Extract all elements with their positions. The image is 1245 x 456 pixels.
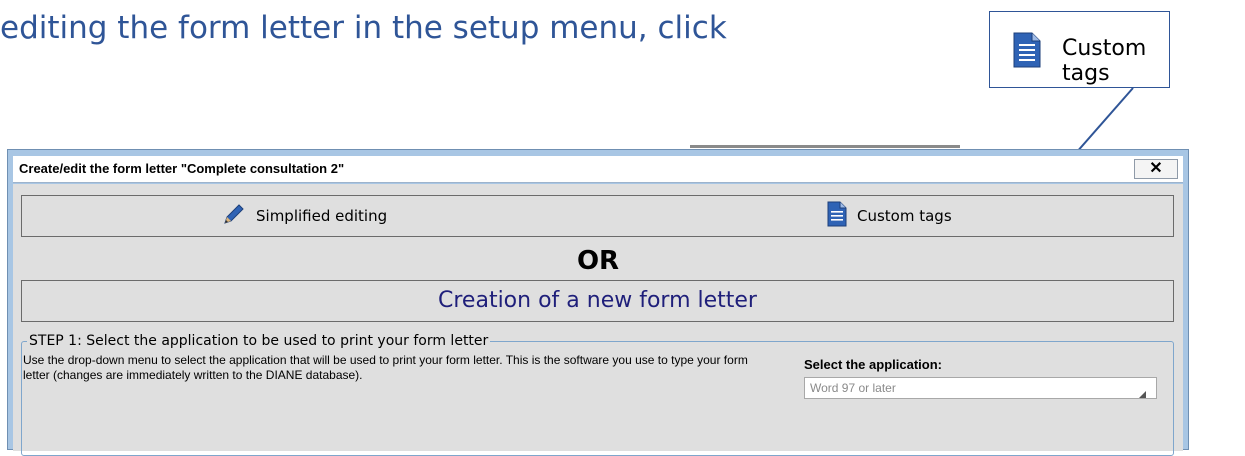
dropdown-caret-icon xyxy=(1139,385,1146,403)
close-icon: ✕ xyxy=(1149,160,1163,177)
pencil-icon xyxy=(222,202,246,231)
step1-legend: STEP 1: Select the application to be use… xyxy=(27,333,491,349)
new-form-letter-button[interactable]: Creation of a new form letter xyxy=(21,280,1174,322)
edit-options-bar: Simplified editing Custom tags xyxy=(21,195,1174,237)
application-select-label: Select the application: xyxy=(804,357,942,372)
document-icon xyxy=(827,201,847,232)
application-select-value: Word 97 or later xyxy=(810,381,896,395)
document-icon xyxy=(1013,32,1041,73)
simplified-editing-label: Simplified editing xyxy=(256,207,388,225)
custom-tags-callout: Custom tags xyxy=(989,11,1170,88)
custom-tags-button[interactable]: Custom tags xyxy=(827,200,1087,232)
application-select[interactable]: Word 97 or later xyxy=(804,377,1157,399)
custom-tags-label: Custom tags xyxy=(857,207,952,225)
or-separator: OR xyxy=(576,246,620,276)
simplified-editing-button[interactable]: Simplified editing xyxy=(222,200,502,232)
close-button[interactable]: ✕ xyxy=(1134,159,1178,179)
dialog-title: Create/edit the form letter "Complete co… xyxy=(19,161,345,176)
instruction-text: editing the form letter in the setup men… xyxy=(0,10,727,46)
dialog-panel: Simplified editing Custom tags OR Creati… xyxy=(13,184,1183,456)
dialog-titlebar: Create/edit the form letter "Complete co… xyxy=(13,156,1183,183)
form-letter-dialog: Create/edit the form letter "Complete co… xyxy=(7,149,1189,456)
callout-label: Custom tags xyxy=(1062,36,1147,86)
step1-description: Use the drop-down menu to select the app… xyxy=(23,353,748,382)
